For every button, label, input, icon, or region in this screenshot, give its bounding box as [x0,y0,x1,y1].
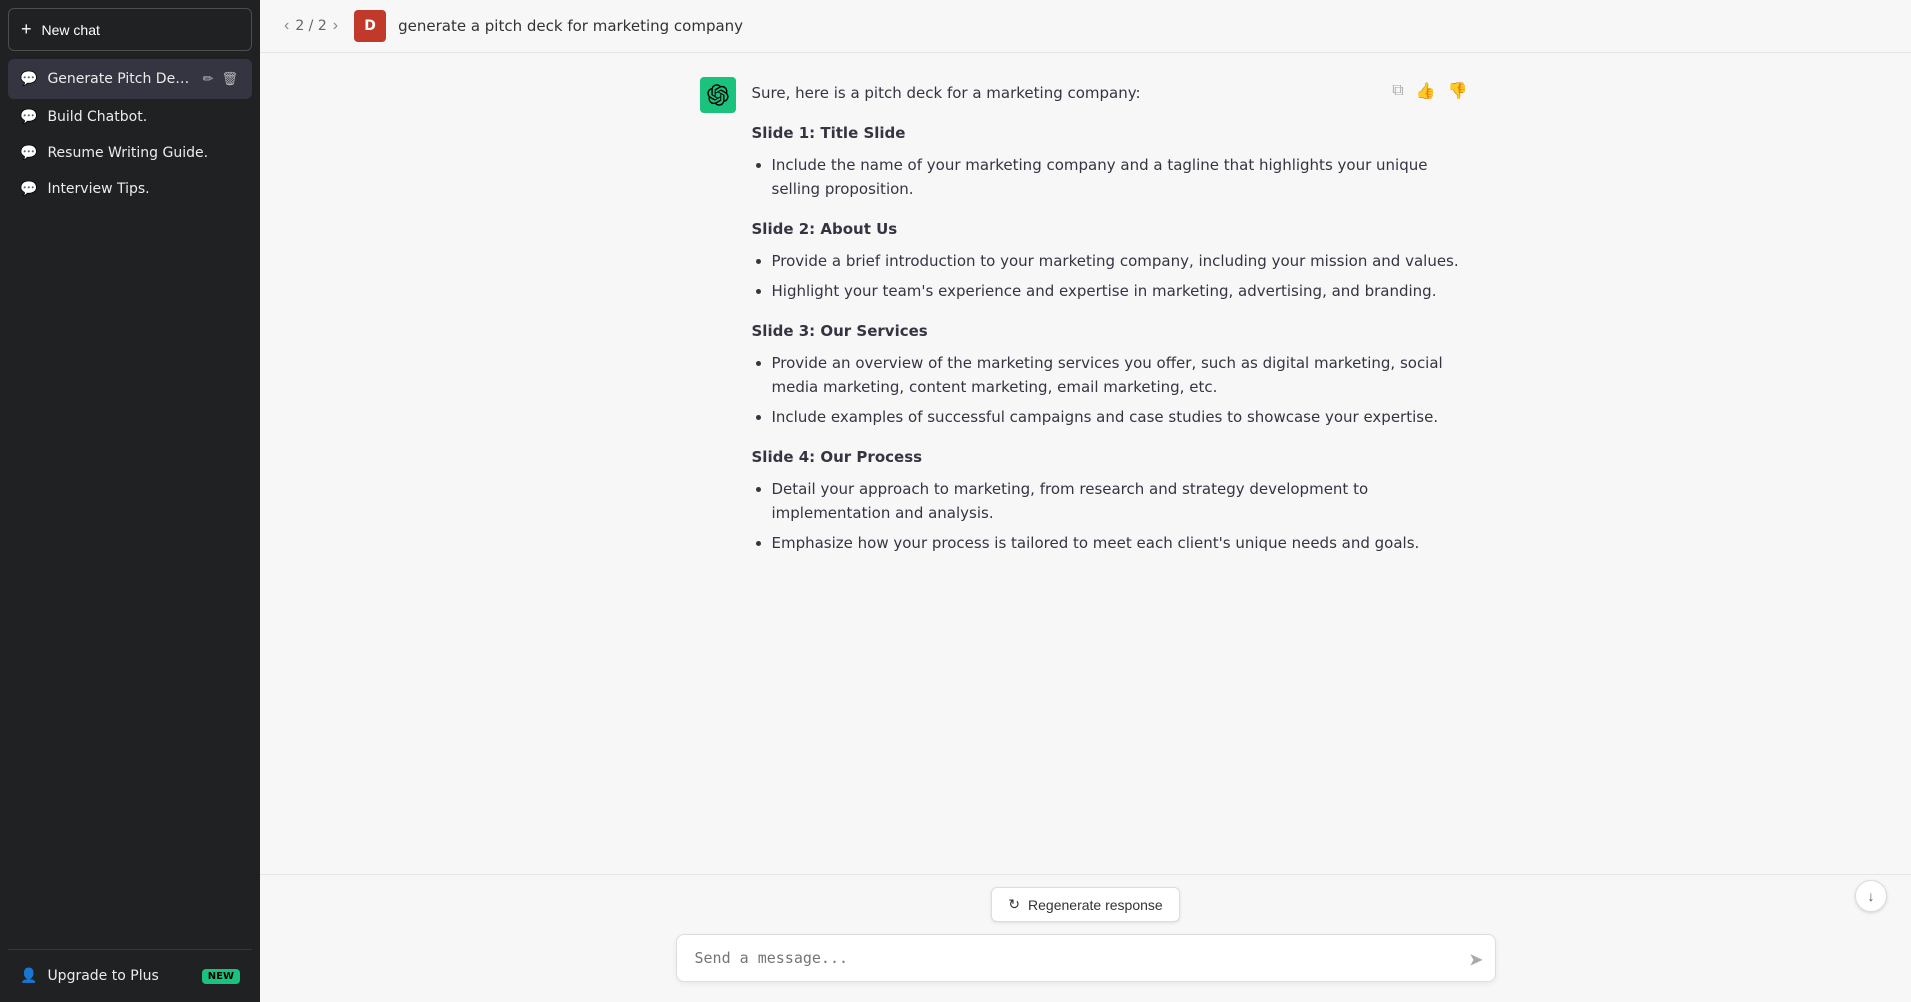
thumbs-down-button[interactable]: 👎 [1444,77,1472,105]
slide-bullets: Include the name of your marketing compa… [752,153,1472,201]
upgrade-to-plus-item[interactable]: 👤 Upgrade to Plus NEW [8,958,252,994]
bottom-area: ↻ Regenerate response ➤ [260,874,1911,1002]
regenerate-response-button[interactable]: ↻ Regenerate response [991,887,1179,922]
slide-bullet: Include the name of your marketing compa… [772,153,1472,201]
sidebar-item-generate-pitch-deck[interactable]: 💬 Generate Pitch Deck. ✏ 🗑 [8,59,252,99]
message-actions: ⧉ 👍 👎 [1388,77,1471,105]
thumbs-up-button[interactable]: 👍 [1412,77,1440,105]
next-message-button[interactable]: › [329,13,342,39]
assistant-message: Sure, here is a pitch deck for a marketi… [700,77,1472,567]
chat-bubble-icon: 💬 [20,181,37,197]
message-body: Sure, here is a pitch deck for a marketi… [752,77,1472,567]
regenerate-wrapper: ↻ Regenerate response [991,887,1179,922]
slide-heading: Slide 4: Our Process [752,445,1472,469]
sidebar-bottom: 👤 Upgrade to Plus NEW [8,949,252,994]
slide-bullets: Provide an overview of the marketing ser… [752,351,1472,429]
slide-bullet: Include examples of successful campaigns… [772,405,1472,429]
slide-bullet: Highlight your team's experience and exp… [772,279,1472,303]
nav-arrows: ‹ 2 / 2 › [280,13,342,39]
chat-list: 💬 Generate Pitch Deck. ✏ 🗑 💬 Build Chatb… [8,59,252,949]
input-wrapper: ➤ [676,934,1496,986]
sidebar-item-interview-tips[interactable]: 💬 Interview Tips. [8,171,252,207]
slides-container: Slide 1: Title Slide Include the name of … [752,121,1472,555]
sidebar-item-label: Generate Pitch Deck. [47,71,190,87]
chat-bubble-icon: 💬 [20,109,37,125]
new-badge: NEW [202,969,240,984]
refresh-icon: ↻ [1008,896,1020,913]
new-chat-label: New chat [42,22,100,38]
slide-heading: Slide 2: About Us [752,217,1472,241]
slide-bullet: Provide a brief introduction to your mar… [772,249,1472,273]
chat-area: Sure, here is a pitch deck for a marketi… [260,53,1911,874]
nav-count: 2 / 2 [295,18,326,34]
sidebar-item-label: Interview Tips. [47,181,240,197]
sidebar-item-label: Resume Writing Guide. [47,145,240,161]
send-button[interactable]: ➤ [1468,950,1483,971]
upgrade-label: Upgrade to Plus [47,968,158,984]
slide-bullet: Provide an overview of the marketing ser… [772,351,1472,399]
slide-bullets: Provide a brief introduction to your mar… [752,249,1472,303]
slide-bullets: Detail your approach to marketing, from … [752,477,1472,555]
edit-chat-button[interactable]: ✏ [201,69,216,89]
main-content: ‹ 2 / 2 › D generate a pitch deck for ma… [260,0,1911,1002]
user-icon: 👤 [20,968,37,984]
message-text: Sure, here is a pitch deck for a marketi… [752,81,1472,555]
chat-bubble-icon: 💬 [20,71,37,87]
prev-message-button[interactable]: ‹ [280,13,293,39]
delete-chat-button[interactable]: 🗑 [219,69,240,89]
sidebar-item-resume-writing-guide[interactable]: 💬 Resume Writing Guide. [8,135,252,171]
sidebar-item-build-chatbot[interactable]: 💬 Build Chatbot. [8,99,252,135]
chat-bubble-icon: 💬 [20,145,37,161]
plus-icon: + [21,19,32,40]
header-title: generate a pitch deck for marketing comp… [398,17,743,35]
sidebar-item-label: Build Chatbot. [47,109,240,125]
slide-bullet: Emphasize how your process is tailored t… [772,531,1472,555]
chat-input[interactable] [676,934,1496,982]
new-chat-button[interactable]: + New chat [8,8,252,51]
regenerate-label: Regenerate response [1028,897,1163,913]
user-avatar: D [354,10,386,42]
slide-heading: Slide 3: Our Services [752,319,1472,343]
slide-heading: Slide 1: Title Slide [752,121,1472,145]
copy-message-button[interactable]: ⧉ [1388,77,1407,105]
slide-bullet: Detail your approach to marketing, from … [772,477,1472,525]
chat-header: ‹ 2 / 2 › D generate a pitch deck for ma… [260,0,1911,53]
message-intro: Sure, here is a pitch deck for a marketi… [752,81,1472,105]
gpt-avatar [700,77,736,113]
message-container: Sure, here is a pitch deck for a marketi… [676,77,1496,567]
scroll-down-button[interactable]: ↓ [1855,880,1887,912]
sidebar: + New chat 💬 Generate Pitch Deck. ✏ 🗑 💬 … [0,0,260,1002]
chat-item-actions: ✏ 🗑 [201,69,240,89]
